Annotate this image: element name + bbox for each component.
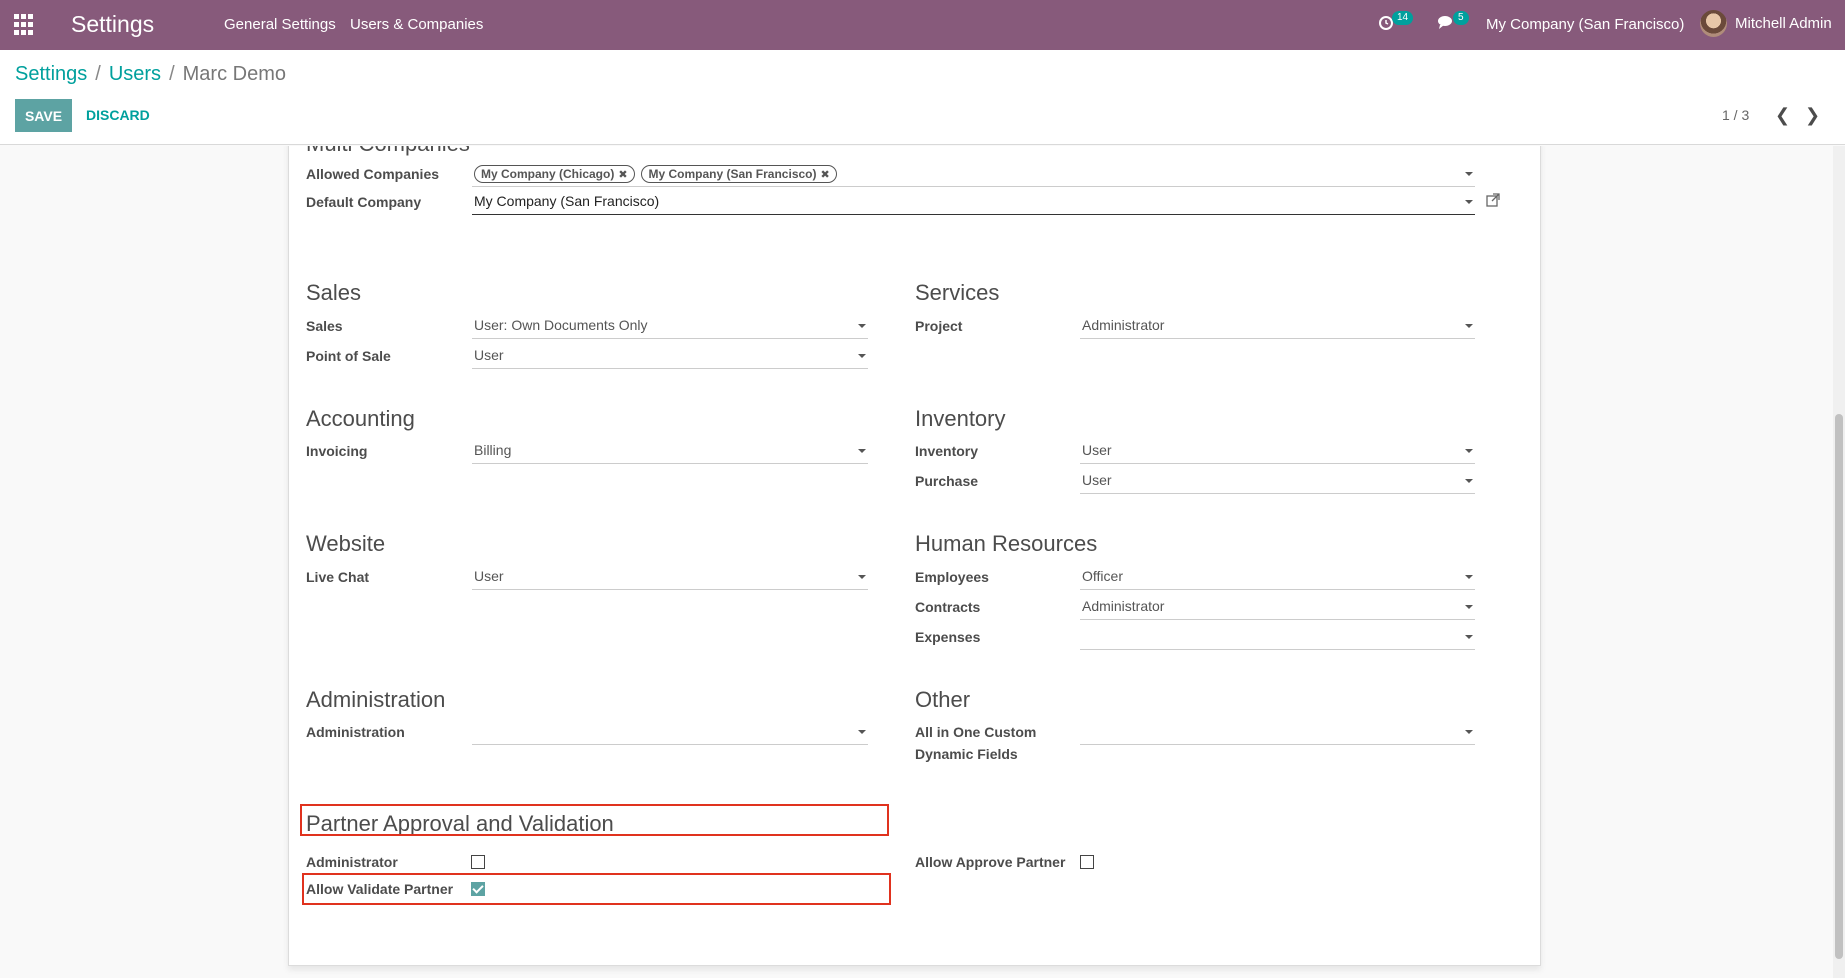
employees-select[interactable]: Officer <box>1080 564 1475 590</box>
purchase-select[interactable]: User <box>1080 468 1475 494</box>
expenses-select[interactable] <box>1080 624 1475 650</box>
messages-button[interactable]: 5 <box>1437 11 1469 34</box>
chevron-down-icon <box>1465 324 1473 328</box>
administration-select[interactable] <box>472 719 868 745</box>
control-panel: Settings / Users / Marc Demo SAVE DISCAR… <box>0 50 1845 145</box>
save-button[interactable]: SAVE <box>15 99 72 132</box>
label-point-of-sale: Point of Sale <box>306 348 391 364</box>
chevron-down-icon <box>1465 479 1473 483</box>
label-expenses: Expenses <box>915 629 981 645</box>
highlight-box <box>300 804 889 836</box>
chevron-down-icon <box>1465 635 1473 639</box>
label-project: Project <box>915 318 963 334</box>
app-title: Settings <box>71 11 155 37</box>
highlight-box <box>302 873 891 905</box>
menu-general-settings[interactable]: General Settings <box>224 16 336 33</box>
form-view: Multi Companies Allowed Companies My Com… <box>0 146 1845 978</box>
user-menu[interactable]: Mitchell Admin <box>1700 10 1832 37</box>
breadcrumb: Settings / Users / Marc Demo <box>15 63 286 86</box>
breadcrumb-users[interactable]: Users <box>109 63 161 86</box>
activity-button[interactable]: 14 <box>1378 11 1414 34</box>
pager-value: 1 / 3 <box>1722 107 1750 123</box>
breadcrumb-settings[interactable]: Settings <box>15 63 87 86</box>
group-title-services: Services <box>915 280 1000 305</box>
chevron-down-icon <box>858 324 866 328</box>
label-employees: Employees <box>915 569 989 585</box>
group-title-website: Website <box>306 531 386 556</box>
live-chat-select[interactable]: User <box>472 564 868 590</box>
chevron-down-icon <box>858 449 866 453</box>
breadcrumb-separator: / <box>95 63 101 85</box>
chevron-down-icon <box>1465 200 1473 204</box>
chevron-down-icon <box>858 575 866 579</box>
sales-select[interactable]: User: Own Documents Only <box>472 313 868 339</box>
group-title-multi-companies: Multi Companies <box>306 146 470 157</box>
remove-tag-icon[interactable]: ✖ <box>821 169 830 181</box>
label-allowed-companies: Allowed Companies <box>306 166 440 182</box>
inventory-select[interactable]: User <box>1080 438 1475 464</box>
project-select[interactable]: Administrator <box>1080 313 1475 339</box>
scrollbar-thumb[interactable] <box>1835 414 1843 959</box>
remove-tag-icon[interactable]: ✖ <box>618 169 627 181</box>
label-live-chat: Live Chat <box>306 569 370 585</box>
label-allow-approve-partner: Allow Approve Partner <box>915 854 1066 870</box>
group-title-sales: Sales <box>306 280 362 305</box>
scrollbar[interactable] <box>1833 146 1845 978</box>
pager-next-icon[interactable]: ❯ <box>1805 105 1820 126</box>
user-name: Mitchell Admin <box>1735 15 1832 32</box>
group-title-other: Other <box>915 687 971 712</box>
chevron-down-icon <box>1465 575 1473 579</box>
point-of-sale-select[interactable]: User <box>472 343 868 369</box>
label-default-company: Default Company <box>306 194 422 210</box>
external-link-icon[interactable] <box>1486 193 1500 210</box>
messages-badge: 5 <box>1453 11 1469 25</box>
pager-previous-icon[interactable]: ❮ <box>1775 105 1790 126</box>
avatar <box>1700 10 1727 37</box>
discard-button[interactable]: DISCARD <box>86 107 150 123</box>
apps-menu-icon[interactable] <box>14 14 36 36</box>
label-purchase: Purchase <box>915 473 979 489</box>
breadcrumb-current: Marc Demo <box>182 63 286 85</box>
group-title-accounting: Accounting <box>306 406 415 431</box>
label-custom-dynamic-fields: All in One Custom Dynamic Fields <box>915 724 1037 762</box>
invoicing-select[interactable]: Billing <box>472 438 868 464</box>
label-inventory: Inventory <box>915 443 979 459</box>
chevron-down-icon <box>1465 605 1473 609</box>
company-tag[interactable]: My Company (Chicago) ✖ <box>474 165 635 183</box>
group-title-human-resources: Human Resources <box>915 531 1098 556</box>
custom-dynamic-fields-select[interactable] <box>1080 719 1475 745</box>
label-administration: Administration <box>306 724 405 740</box>
chevron-down-icon <box>1465 730 1473 734</box>
breadcrumb-separator: / <box>169 63 175 85</box>
partner-administrator-checkbox[interactable] <box>471 855 485 869</box>
chevron-down-icon <box>1465 449 1473 453</box>
chevron-down-icon <box>858 354 866 358</box>
activity-badge: 14 <box>1392 11 1414 25</box>
company-tag[interactable]: My Company (San Francisco) ✖ <box>641 165 837 183</box>
allowed-companies-field[interactable]: My Company (Chicago) ✖ My Company (San Fr… <box>472 161 1475 187</box>
label-partner-administrator: Administrator <box>306 854 398 870</box>
allow-approve-partner-checkbox[interactable] <box>1080 855 1094 869</box>
contracts-select[interactable]: Administrator <box>1080 594 1475 620</box>
label-invoicing: Invoicing <box>306 443 368 459</box>
default-company-field[interactable]: My Company (San Francisco) <box>472 189 1475 215</box>
menu-users-companies[interactable]: Users & Companies <box>350 16 483 33</box>
group-title-inventory: Inventory <box>915 406 1006 431</box>
label-contracts: Contracts <box>915 599 981 615</box>
label-sales: Sales <box>306 318 343 334</box>
group-title-administration: Administration <box>306 687 446 712</box>
chevron-down-icon <box>858 730 866 734</box>
chevron-down-icon <box>1465 172 1473 176</box>
form-sheet: Multi Companies Allowed Companies My Com… <box>288 146 1541 966</box>
company-switcher[interactable]: My Company (San Francisco) <box>1486 16 1684 33</box>
top-navbar: Settings General Settings Users & Compan… <box>0 0 1845 50</box>
